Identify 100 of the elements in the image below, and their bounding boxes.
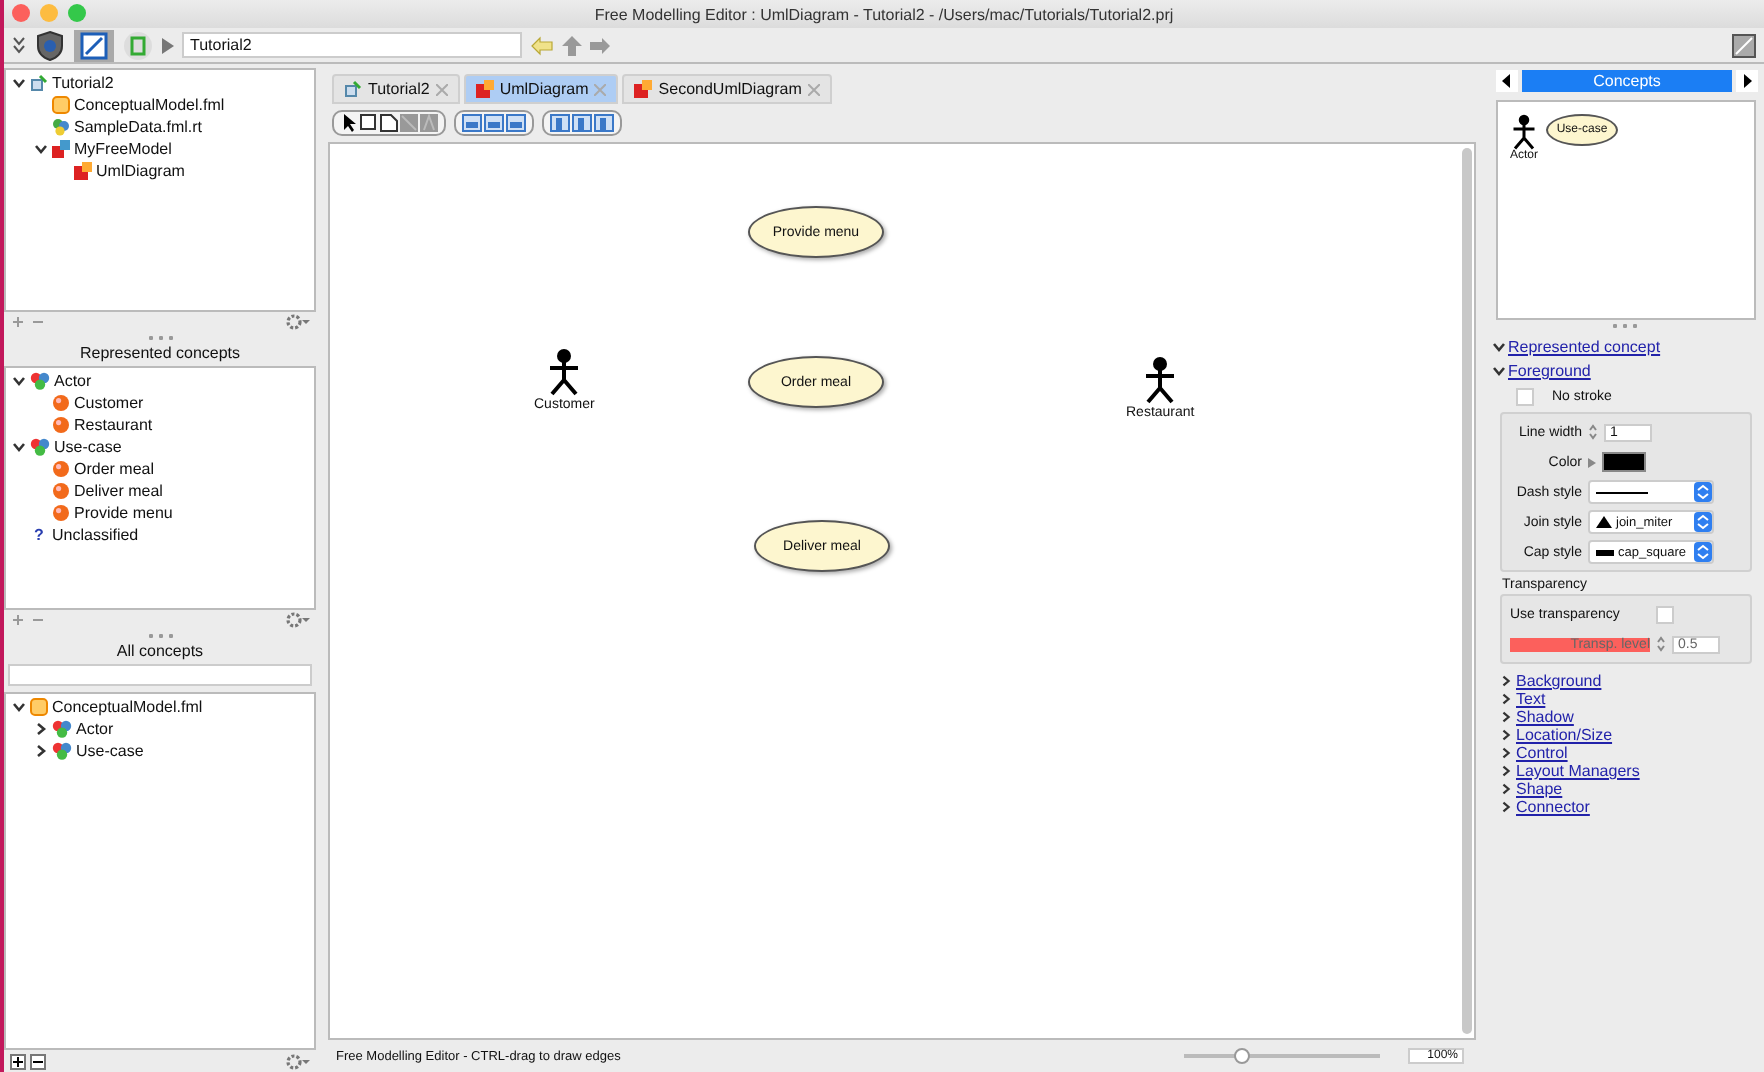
- tab[interactable]: SecondUmlDiagram: [622, 74, 832, 104]
- window-title: Free Modelling Editor : UmlDiagram - Tutorial2 - /Users/mac/Tutorials/Tutorial2.prj: [594, 5, 1174, 23]
- remove-icon[interactable]: [30, 1054, 46, 1070]
- expand-right-icon[interactable]: [1500, 728, 1512, 742]
- expand-down-icon[interactable]: [12, 373, 26, 387]
- tree-item[interactable]: Use-case: [54, 437, 122, 455]
- expand-down-icon[interactable]: [1492, 364, 1506, 378]
- diagram-icon: [634, 80, 653, 98]
- section-link[interactable]: Shape: [1516, 780, 1563, 798]
- diagram-icon: [74, 161, 92, 179]
- align-icon[interactable]: [462, 114, 482, 132]
- panel-title: Represented concepts: [77, 344, 243, 366]
- gear-icon[interactable]: [286, 314, 310, 330]
- section-link[interactable]: Represented concept: [1508, 338, 1661, 356]
- color-swatch[interactable]: [1602, 452, 1646, 472]
- zoom-slider-thumb[interactable]: [1234, 1048, 1251, 1064]
- ball-icon: [52, 459, 70, 477]
- section-link[interactable]: Layout Managers: [1516, 762, 1640, 780]
- expand-down-icon[interactable]: [12, 699, 26, 713]
- rectangle-select-icon[interactable]: [360, 114, 378, 132]
- layout-icon[interactable]: [1732, 33, 1756, 57]
- shape-select-icon[interactable]: [380, 114, 398, 132]
- concept-icon: [52, 719, 72, 737]
- tree-item[interactable]: ConceptualModel.fml: [74, 95, 225, 113]
- gear-icon[interactable]: [286, 1054, 310, 1070]
- tab[interactable]: UmlDiagram: [463, 74, 619, 104]
- expand-down-icon[interactable]: [34, 141, 48, 155]
- section-link[interactable]: Shadow: [1516, 708, 1574, 726]
- tree-item[interactable]: Unclassified: [52, 525, 139, 543]
- tree-item[interactable]: Actor: [76, 719, 114, 737]
- concept-icon: [30, 437, 50, 455]
- dash-style-dropdown[interactable]: [1588, 480, 1714, 504]
- distribute-icon[interactable]: [594, 114, 614, 132]
- tree-item[interactable]: Use-case: [76, 741, 144, 759]
- tree-item[interactable]: SampleData.fml.rt: [74, 117, 203, 135]
- distribute-icon[interactable]: [572, 114, 592, 132]
- tree-item[interactable]: MyFreeModel: [74, 139, 172, 157]
- project-icon: [30, 73, 48, 91]
- actor-figure[interactable]: [1144, 356, 1177, 404]
- back-arrow-icon[interactable]: [530, 35, 554, 55]
- path-field[interactable]: Tutorial2: [182, 32, 522, 58]
- add-icon[interactable]: [10, 1054, 26, 1070]
- tree-item[interactable]: Order meal: [74, 459, 155, 477]
- expand-down-icon[interactable]: [1492, 340, 1506, 354]
- expand-down-icon[interactable]: [12, 75, 26, 89]
- tree-item[interactable]: Provide menu: [74, 503, 173, 521]
- search-field[interactable]: [8, 664, 312, 686]
- gear-icon[interactable]: [286, 612, 310, 628]
- edit-tool-button[interactable]: [74, 29, 114, 61]
- section-link[interactable]: Background: [1516, 672, 1602, 690]
- section-link[interactable]: Control: [1516, 744, 1568, 762]
- expand-right-icon[interactable]: [1500, 782, 1512, 796]
- data-icon: [52, 117, 70, 135]
- pointer-icon[interactable]: [340, 114, 358, 132]
- shield-icon[interactable]: [34, 29, 66, 61]
- section-link[interactable]: Connector: [1516, 798, 1590, 816]
- line-icon: [1596, 489, 1648, 495]
- spinner-icon[interactable]: [1588, 422, 1598, 442]
- stepper-icon: [1694, 542, 1712, 562]
- expand-down-icon[interactable]: [12, 439, 26, 453]
- file-icon: [30, 697, 48, 715]
- up-arrow-icon[interactable]: [562, 35, 582, 55]
- expand-right-icon[interactable]: [1500, 710, 1512, 724]
- actor-figure[interactable]: [548, 348, 581, 396]
- module-icon[interactable]: [122, 29, 154, 61]
- play-icon[interactable]: [1588, 457, 1596, 467]
- pen-icon: [80, 31, 108, 59]
- expand-right-icon[interactable]: [1500, 674, 1512, 688]
- tree-item[interactable]: Customer: [74, 393, 144, 411]
- scrollbar[interactable]: [1462, 148, 1472, 1034]
- panel-title: All concepts: [114, 642, 206, 664]
- section-link[interactable]: Location/Size: [1516, 726, 1613, 744]
- tree-item[interactable]: Tutorial2: [52, 73, 114, 91]
- expand-right-icon[interactable]: [1500, 764, 1512, 778]
- chevron-icon[interactable]: [12, 35, 26, 55]
- concept-icon: [52, 741, 72, 759]
- expand-right-icon[interactable]: [1500, 692, 1512, 706]
- close-icon[interactable]: [12, 4, 30, 22]
- play-icon[interactable]: [162, 37, 174, 53]
- diagram-icon: [475, 80, 494, 98]
- tab[interactable]: Tutorial2: [332, 74, 460, 104]
- distribute-icon[interactable]: [550, 114, 570, 132]
- section-link[interactable]: Text: [1516, 690, 1546, 708]
- forward-arrow-icon[interactable]: [590, 35, 612, 55]
- expand-right-icon[interactable]: [34, 743, 48, 757]
- actor-figure[interactable]: [1510, 114, 1538, 150]
- tree-item[interactable]: ConceptualModel.fml: [52, 697, 203, 715]
- tree-item[interactable]: Restaurant: [74, 415, 153, 433]
- palette-tab[interactable]: Concepts: [1522, 70, 1732, 92]
- expand-right-icon[interactable]: [1500, 746, 1512, 760]
- section-link[interactable]: Foreground: [1508, 362, 1591, 380]
- tree-item[interactable]: Actor: [54, 371, 92, 389]
- expand-right-icon[interactable]: [1500, 800, 1512, 814]
- expand-right-icon[interactable]: [34, 721, 48, 735]
- align-icon[interactable]: [484, 114, 504, 132]
- model-icon: [52, 139, 70, 157]
- tree-item[interactable]: UmlDiagram: [96, 161, 185, 179]
- checkbox[interactable]: [1516, 388, 1534, 406]
- align-icon[interactable]: [506, 114, 526, 132]
- tree-item[interactable]: Deliver meal: [74, 481, 163, 499]
